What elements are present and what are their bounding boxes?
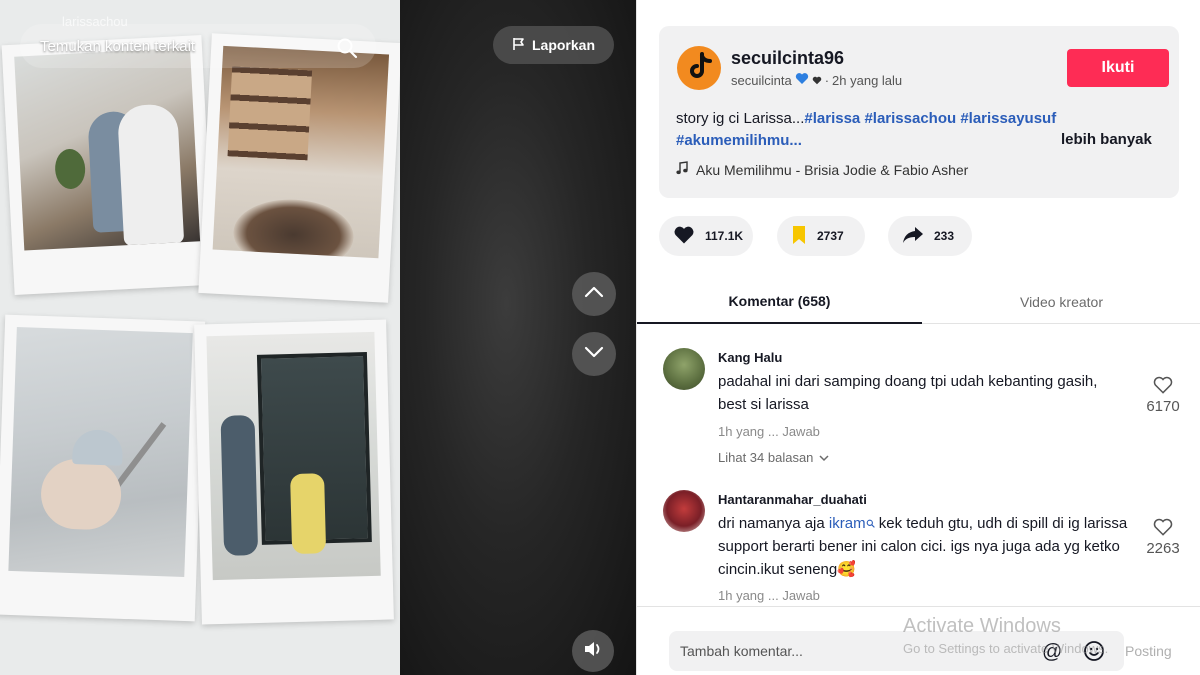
report-button[interactable]: Laporkan xyxy=(493,26,614,64)
previous-video-button[interactable] xyxy=(572,272,616,316)
save-count: 2737 xyxy=(817,229,844,243)
tiktok-logo-icon xyxy=(686,51,712,85)
like-button[interactable]: 117.1K xyxy=(659,216,753,256)
search-icon[interactable] xyxy=(336,37,358,59)
photo-polaroid xyxy=(1,34,215,296)
comment-username[interactable]: Kang Halu xyxy=(718,350,782,365)
tiktok-video-page: larissachou Temukan konten terkait Lapor… xyxy=(0,0,1200,675)
video-username-overlay: larissachou xyxy=(62,14,128,29)
blue-heart-icon xyxy=(795,72,809,88)
chevron-down-icon xyxy=(584,345,604,363)
hashtag-link[interactable]: #larissayusuf xyxy=(960,110,1056,127)
comment-item: Kang Halu padahal ini dari samping doang… xyxy=(663,348,1183,488)
chevron-up-icon xyxy=(584,285,604,303)
share-arrow-icon xyxy=(902,226,924,247)
mention-link[interactable]: ikram xyxy=(829,515,866,532)
heart-outline-icon xyxy=(1143,376,1183,394)
volume-button[interactable] xyxy=(572,630,614,672)
chevron-down-icon xyxy=(819,450,829,465)
comment-meta[interactable]: 1h yang ... Jawab xyxy=(718,588,820,603)
baby-photo xyxy=(8,327,193,578)
author-meta: secuilcinta · 2h yang lalu xyxy=(731,72,902,88)
video-frame[interactable]: larissachou Temukan konten terkait xyxy=(0,0,400,675)
post-time: 2h yang lalu xyxy=(832,72,903,88)
follow-button[interactable]: Ikuti xyxy=(1067,49,1169,87)
report-label: Laporkan xyxy=(531,37,595,53)
comment-text: padahal ini dari samping doang tpi udah … xyxy=(718,373,1098,413)
hashtag-link[interactable]: #larissachou xyxy=(864,110,956,127)
doorway-photo xyxy=(206,331,381,581)
like-count: 117.1K xyxy=(705,229,744,243)
author-username[interactable]: secuilcinta96 xyxy=(731,48,844,69)
search-icon xyxy=(866,515,875,532)
meta-separator: · xyxy=(824,72,830,88)
kitchen-photo xyxy=(212,45,390,259)
video-caption: story ig ci Larissa...#larissa #larissac… xyxy=(676,108,1066,152)
avatar[interactable] xyxy=(663,348,705,390)
photo-polaroid xyxy=(194,319,394,625)
comment-like-button[interactable]: 2263 xyxy=(1143,518,1183,557)
video-player[interactable]: larissachou Temukan konten terkait Lapor… xyxy=(0,0,636,675)
volume-icon xyxy=(583,640,603,663)
comment-like-button[interactable]: 6170 xyxy=(1143,376,1183,415)
windows-activation-watermark: Activate Windows xyxy=(903,615,1061,637)
favorite-button[interactable]: 2737 xyxy=(777,216,865,256)
tab-comments[interactable]: Komentar (658) xyxy=(637,280,922,324)
windows-activation-hint: Go to Settings to activate Windows. xyxy=(903,641,1109,656)
replies-label: Lihat 34 balasan xyxy=(718,450,814,465)
share-count: 233 xyxy=(934,229,955,243)
next-video-button[interactable] xyxy=(572,332,616,376)
tab-creator-videos[interactable]: Video kreator xyxy=(922,280,1200,324)
share-button[interactable]: 233 xyxy=(888,216,972,256)
heart-outline-icon xyxy=(1143,518,1183,536)
comment-username[interactable]: Hantaranmahar_duahati xyxy=(718,492,867,507)
hashtag-link[interactable]: #akumemilihmu... xyxy=(676,132,802,149)
comment-like-count: 2263 xyxy=(1146,540,1180,557)
video-info-card: secuilcinta96 secuilcinta · 2h yang lalu… xyxy=(659,26,1179,198)
comment-tabs: Komentar (658) Video kreator xyxy=(637,280,1200,324)
comment-item: Hantaranmahar_duahati dri namanya aja ik… xyxy=(663,490,1183,610)
heart-icon xyxy=(812,73,822,88)
photo-polaroid xyxy=(0,314,206,622)
related-search-text[interactable]: Temukan konten terkait xyxy=(40,38,195,55)
comment-meta[interactable]: 1h yang ... Jawab xyxy=(718,424,820,439)
music-title: Aku Memilihmu - Brisia Jodie & Fabio Ash… xyxy=(696,161,969,178)
comment-composer: @ Posting Activate Windows Go to Setting… xyxy=(637,606,1200,675)
see-more-link[interactable]: lebih banyak xyxy=(1061,131,1152,148)
photo-polaroid xyxy=(198,33,400,303)
comment-text: dri namanya aja ikram kek teduh gtu, udh… xyxy=(718,512,1128,581)
hashtag-link[interactable]: #larissa xyxy=(804,110,860,127)
caption-text: story ig ci Larissa... xyxy=(676,110,805,127)
family-photo xyxy=(14,47,201,251)
heart-icon xyxy=(673,225,695,248)
author-handle[interactable]: secuilcinta xyxy=(731,73,792,88)
avatar[interactable] xyxy=(663,490,705,532)
flag-icon xyxy=(512,37,526,54)
comment-text-part: dri namanya aja xyxy=(718,515,829,532)
music-note-icon xyxy=(676,161,688,178)
music-link[interactable]: Aku Memilihmu - Brisia Jodie & Fabio Ash… xyxy=(676,161,968,178)
bookmark-icon xyxy=(791,225,807,248)
video-details-panel: secuilcinta96 secuilcinta · 2h yang lalu… xyxy=(636,0,1200,675)
avatar[interactable] xyxy=(677,46,721,90)
comment-like-count: 6170 xyxy=(1146,398,1180,415)
post-comment-button[interactable]: Posting xyxy=(1125,643,1172,659)
view-replies-link[interactable]: Lihat 34 balasan xyxy=(718,450,829,465)
